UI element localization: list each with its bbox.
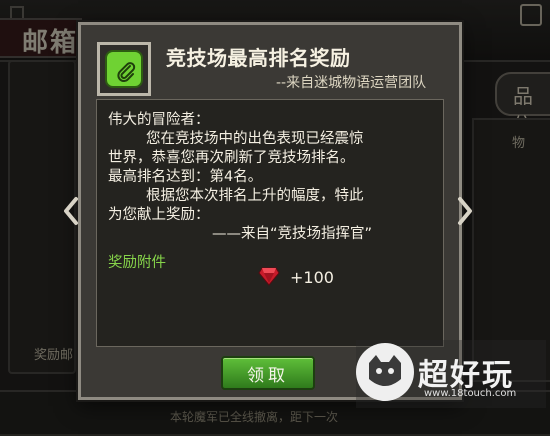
mail-body-line: 您在竞技场中的出色表现已经震惊 [146,131,364,147]
mail-body-line: 最高排名达到：第4名。 [108,169,263,185]
mail-body-line: 为您献上奖励： [108,207,210,223]
mail-signature: ——来自“竞技场指挥官” [212,226,373,242]
attachment-label: 奖励附件 [108,255,166,271]
claim-reward-button[interactable]: 领取 [221,356,315,390]
paperclip-icon [105,50,143,88]
mail-greeting: 伟大的冒险者： [108,112,210,128]
watermark-url: www.18touch.com [424,388,517,399]
previous-mail-arrow-icon[interactable] [62,196,80,226]
ruby-gem-icon [258,267,280,286]
mail-sender: --来自迷城物语运营团队 [276,75,427,91]
mail-body-line: 根据您本次排名上升的幅度，特此 [146,188,364,204]
mail-icon-frame [97,42,151,96]
next-mail-arrow-icon[interactable] [456,196,474,226]
mail-body-line: 世界，恭喜您再次刷新了竞技场排名。 [108,150,355,166]
watermark-logo [356,343,414,401]
reward-amount: +100 [290,268,334,287]
mail-title: 竞技场最高排名奖励 [166,46,351,70]
